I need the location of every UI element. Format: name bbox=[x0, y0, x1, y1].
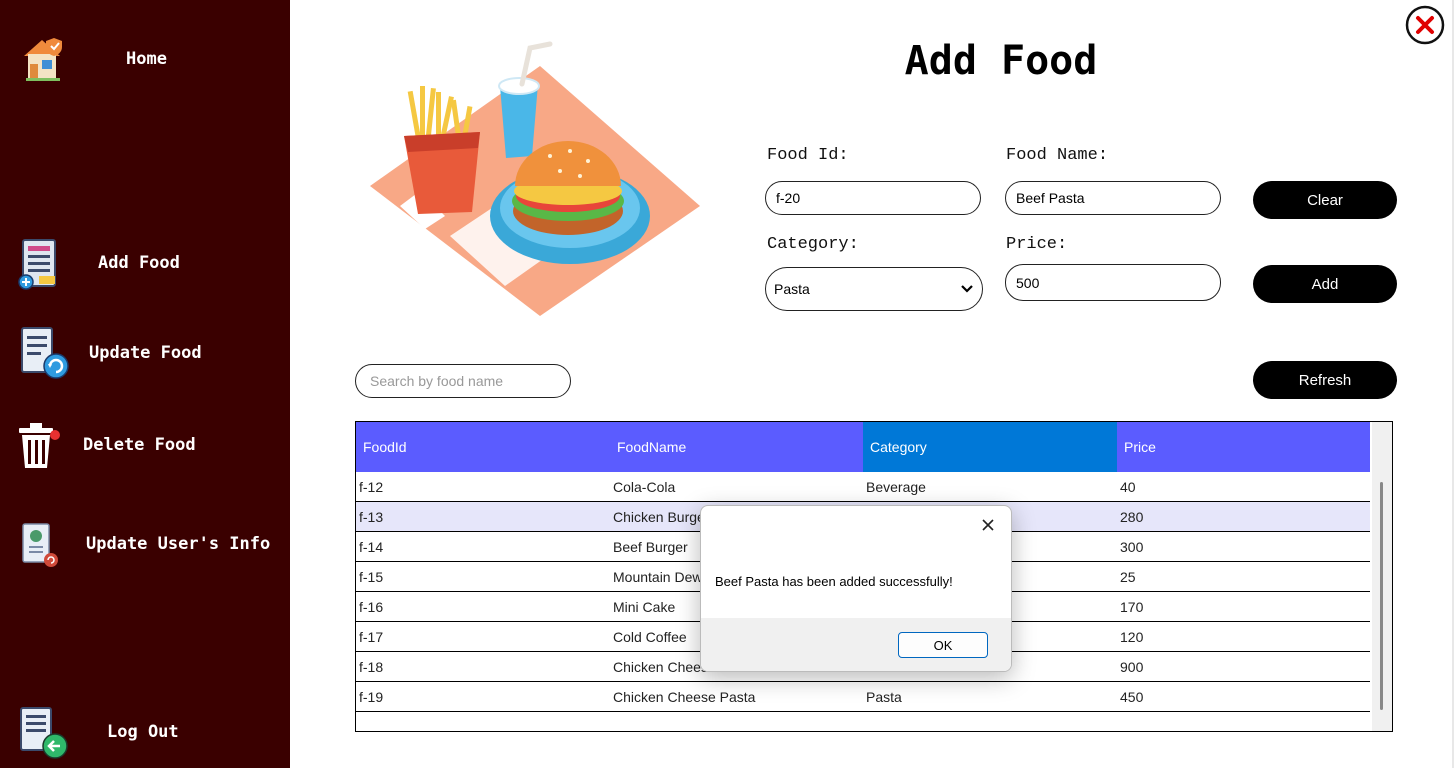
column-header-price[interactable]: Price bbox=[1117, 422, 1370, 472]
sidebar-item-label: Update Food bbox=[89, 343, 202, 363]
cell-price: 900 bbox=[1120, 658, 1144, 675]
sidebar-item-log-out[interactable]: Log Out bbox=[0, 702, 290, 762]
cell-foodid: f-18 bbox=[359, 658, 384, 675]
column-header-foodid[interactable]: FoodId bbox=[356, 422, 610, 472]
cell-price: 25 bbox=[1120, 568, 1136, 585]
food-name-label: Food Name: bbox=[1006, 146, 1109, 165]
category-label: Category: bbox=[767, 235, 859, 254]
cell-price: 450 bbox=[1120, 688, 1144, 705]
home-icon bbox=[24, 38, 62, 81]
price-label: Price: bbox=[1006, 235, 1068, 254]
ok-button[interactable]: OK bbox=[898, 632, 988, 658]
dialog-message: Beef Pasta has been added successfully! bbox=[715, 573, 953, 589]
search-input[interactable]: Search by food name bbox=[355, 364, 571, 398]
page-title: Add Food bbox=[904, 38, 1098, 84]
sidebar-item-label: Log Out bbox=[107, 722, 179, 742]
close-icon[interactable] bbox=[1404, 4, 1446, 46]
price-field[interactable] bbox=[1005, 264, 1221, 301]
category-select[interactable]: Pasta bbox=[765, 267, 983, 311]
sidebar-item-home[interactable]: Home bbox=[0, 30, 290, 90]
cell-price: 280 bbox=[1120, 508, 1144, 525]
sidebar-item-add-food[interactable]: Add Food bbox=[0, 236, 290, 292]
sidebar-item-delete-food[interactable]: Delete Food bbox=[0, 418, 290, 474]
cell-category: Pasta bbox=[866, 688, 902, 705]
cell-price: 120 bbox=[1120, 628, 1144, 645]
cell-foodid: f-12 bbox=[359, 478, 384, 495]
refresh-button[interactable]: Refresh bbox=[1253, 361, 1397, 399]
cell-foodid: f-15 bbox=[359, 568, 384, 585]
food-name-field[interactable] bbox=[1005, 181, 1221, 215]
food-id-label: Food Id: bbox=[767, 146, 849, 165]
cell-category: Beverage bbox=[866, 478, 926, 495]
cell-foodid: f-17 bbox=[359, 628, 384, 645]
category-select-value: Pasta bbox=[774, 281, 810, 297]
cell-foodid: f-14 bbox=[359, 538, 384, 555]
user-card-icon bbox=[22, 523, 58, 567]
cell-foodid: f-13 bbox=[359, 508, 384, 525]
sidebar-item-label: Home bbox=[126, 49, 167, 69]
table-header: FoodId FoodName Category Price bbox=[356, 422, 1370, 472]
cell-foodname: Chicken Cheese Pasta bbox=[613, 688, 756, 705]
chevron-down-icon bbox=[961, 285, 973, 293]
food-id-field[interactable] bbox=[765, 181, 981, 215]
sidebar-item-update-food[interactable]: Update Food bbox=[0, 324, 290, 380]
dialog-close-icon[interactable] bbox=[977, 514, 999, 536]
table-scrollbar[interactable] bbox=[1372, 422, 1392, 731]
sidebar: Home Add Food Update Food Delete Food Up… bbox=[0, 0, 290, 768]
sidebar-item-label: Delete Food bbox=[83, 435, 196, 455]
success-dialog: Beef Pasta has been added successfully! … bbox=[700, 505, 1012, 672]
cell-price: 40 bbox=[1120, 478, 1136, 495]
sidebar-item-label: Add Food bbox=[98, 253, 180, 273]
food-tray-illustration bbox=[370, 41, 700, 316]
add-button[interactable]: Add bbox=[1253, 265, 1397, 303]
dialog-titlebar bbox=[701, 506, 1011, 544]
cell-price: 170 bbox=[1120, 598, 1144, 615]
column-header-category[interactable]: Category bbox=[863, 422, 1117, 472]
scrollbar-thumb[interactable] bbox=[1380, 482, 1383, 710]
cell-foodname: Cola-Cola bbox=[613, 478, 676, 495]
update-document-icon bbox=[21, 327, 69, 379]
sidebar-item-label: Update User's Info bbox=[86, 534, 271, 554]
table-row[interactable]: f-12 Cola-Cola Beverage 40 bbox=[356, 472, 1370, 502]
cell-foodid: f-16 bbox=[359, 598, 384, 615]
add-document-icon bbox=[18, 239, 56, 290]
table-row[interactable]: f-19 Chicken Cheese Pasta Pasta 450 bbox=[356, 682, 1370, 712]
logout-document-icon bbox=[20, 707, 68, 759]
cell-price: 300 bbox=[1120, 538, 1144, 555]
column-header-foodname[interactable]: FoodName bbox=[610, 422, 863, 472]
sidebar-item-update-users-info[interactable]: Update User's Info bbox=[0, 516, 290, 572]
trash-icon bbox=[19, 423, 60, 468]
dialog-footer: OK bbox=[701, 618, 1011, 671]
clear-button[interactable]: Clear bbox=[1253, 181, 1397, 219]
cell-foodid: f-19 bbox=[359, 688, 384, 705]
